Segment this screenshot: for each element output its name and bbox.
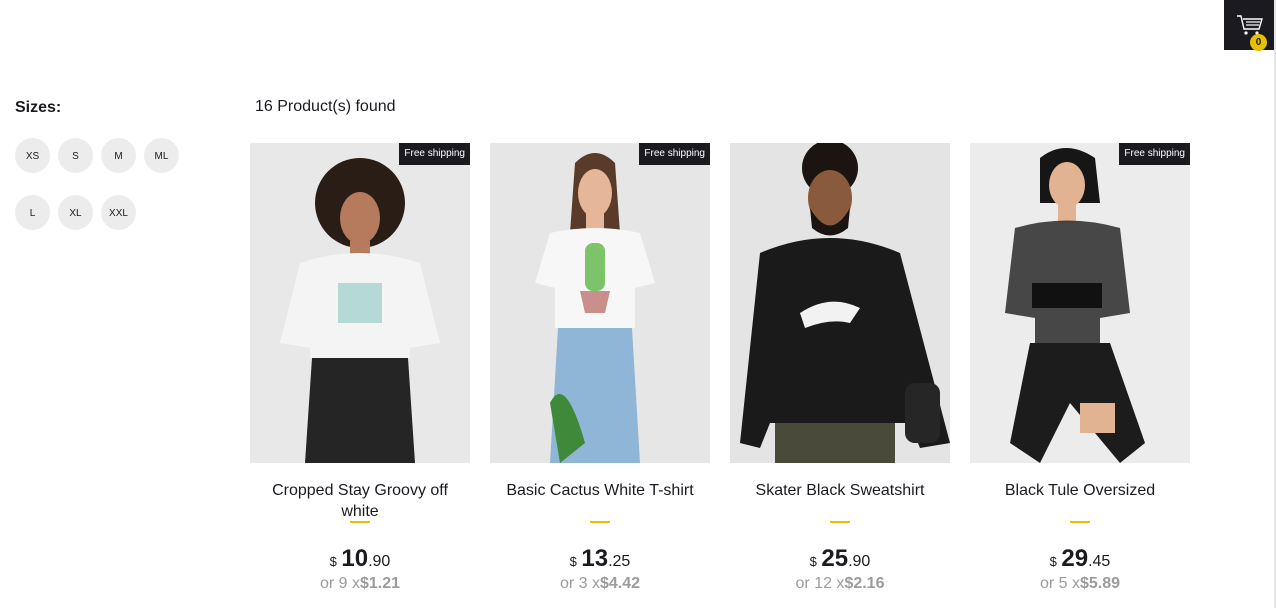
price-decimal: .25 xyxy=(608,553,631,570)
product-name: Cropped Stay Groovy off white xyxy=(272,482,448,520)
size-filter-xl[interactable]: XL xyxy=(58,195,93,230)
price-decimal: .45 xyxy=(1088,553,1111,570)
installment-prefix: or 5 x xyxy=(1039,575,1080,592)
size-filter-xxl[interactable]: XXL xyxy=(101,195,136,230)
name-underline xyxy=(1070,521,1090,523)
installment-value: $2.16 xyxy=(844,575,885,592)
cart-count-badge: 0 xyxy=(1250,34,1267,51)
name-underline xyxy=(830,521,850,523)
product-image: Free shipping xyxy=(490,143,710,463)
price-integer: 25 xyxy=(821,545,849,572)
product-image xyxy=(730,143,950,463)
product-photo xyxy=(730,143,950,463)
cart-button[interactable]: 0 xyxy=(1224,0,1274,51)
free-shipping-badge: Free shipping xyxy=(639,143,710,165)
name-underline xyxy=(350,521,370,523)
size-filter-xs[interactable]: XS xyxy=(15,138,50,173)
cart-icon xyxy=(1237,15,1263,35)
size-filter-m[interactable]: M xyxy=(101,138,136,173)
installment-text: or 3 x$4.42 xyxy=(490,575,710,593)
sizes-filter-title: Sizes: xyxy=(15,99,62,116)
free-shipping-badge: Free shipping xyxy=(399,143,470,165)
product-card[interactable]: Free shipping Black Tule Oversized $ 29.… xyxy=(970,143,1190,608)
product-name: Basic Cactus White T-shirt xyxy=(506,482,694,499)
size-filter-l[interactable]: L xyxy=(15,195,50,230)
price-integer: 29 xyxy=(1061,545,1089,572)
installment-prefix: or 9 x xyxy=(319,575,360,592)
installment-value: $1.21 xyxy=(359,575,401,592)
product-card[interactable]: Free shipping Basic Cactus White T-shirt… xyxy=(490,143,710,608)
installment-text: or 9 x$1.21 xyxy=(250,575,470,593)
price-decimal: .90 xyxy=(368,553,391,570)
size-filter-s[interactable]: S xyxy=(58,138,93,173)
installment-prefix: or 3 x xyxy=(559,575,600,592)
products-found-count: 16 Product(s) found xyxy=(255,98,396,115)
installment-prefix: or 12 x xyxy=(795,575,845,592)
price-currency: $ xyxy=(1049,554,1057,569)
product-name: Skater Black Sweatshirt xyxy=(755,482,925,499)
installment-value: $4.42 xyxy=(599,575,641,592)
price-currency: $ xyxy=(809,554,817,569)
product-photo xyxy=(250,143,470,463)
product-image: Free shipping xyxy=(250,143,470,463)
product-price: $ 29.45 xyxy=(970,545,1190,573)
price-decimal: .90 xyxy=(848,553,871,570)
name-underline xyxy=(590,521,610,523)
product-card[interactable]: Skater Black Sweatshirt $ 25.90 or 12 x$… xyxy=(730,143,950,608)
product-photo xyxy=(490,143,710,463)
product-image: Free shipping xyxy=(970,143,1190,463)
product-photo xyxy=(970,143,1190,463)
installment-text: or 12 x$2.16 xyxy=(730,575,950,593)
product-name: Black Tule Oversized xyxy=(1004,482,1156,499)
product-price: $ 25.90 xyxy=(730,545,950,573)
installment-text: or 5 x$5.89 xyxy=(970,575,1190,593)
price-currency: $ xyxy=(329,554,337,569)
product-price: $ 10.90 xyxy=(250,545,470,573)
size-filter-ml[interactable]: ML xyxy=(144,138,179,173)
price-integer: 10 xyxy=(341,545,369,572)
price-integer: 13 xyxy=(581,545,609,572)
price-currency: $ xyxy=(569,554,577,569)
free-shipping-badge: Free shipping xyxy=(1119,143,1190,165)
installment-value: $5.89 xyxy=(1079,575,1121,592)
product-price: $ 13.25 xyxy=(490,545,710,573)
product-card[interactable]: Free shipping Cropped Stay Groovy off wh… xyxy=(250,143,470,608)
